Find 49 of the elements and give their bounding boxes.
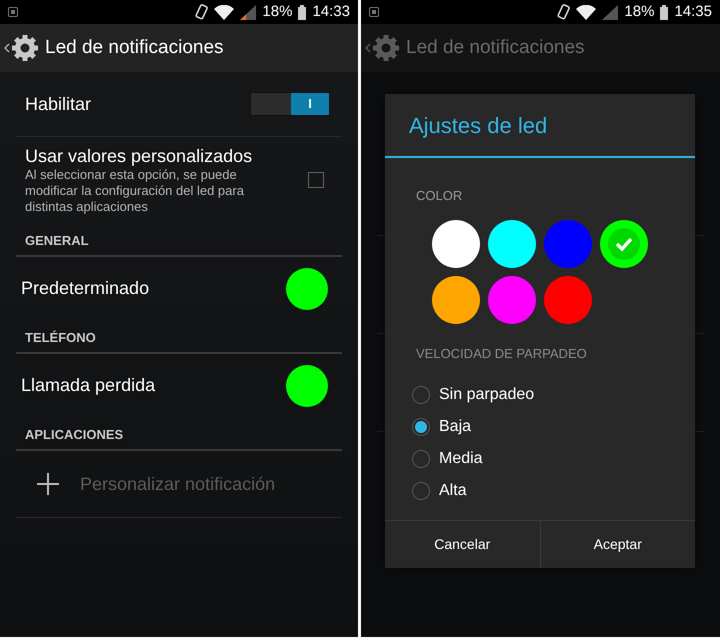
blink-speed-option[interactable]: Baja <box>412 411 695 443</box>
setting-label: Habilitar <box>25 92 92 116</box>
signal-icon <box>240 4 256 20</box>
setting-summary: Al seleccionar esta opción, se puede modificar la configuración del led para distintas aplicaciones <box>25 167 245 215</box>
battery-level: 18% <box>624 2 654 22</box>
clock: 14:33 <box>312 2 350 22</box>
blink-speed-label: VELOCIDAD DE PARPADEO <box>416 344 588 362</box>
setting-label: Llamada perdida <box>21 374 156 397</box>
checkmark-icon <box>608 228 640 260</box>
plus-icon <box>36 472 60 496</box>
battery-icon <box>660 4 668 20</box>
dialog-title: Ajustes de led <box>409 112 548 140</box>
battery-icon <box>298 4 306 20</box>
color-swatch[interactable] <box>488 276 536 324</box>
color-swatch[interactable] <box>432 220 480 268</box>
color-swatch[interactable] <box>432 276 480 324</box>
wifi-icon <box>214 4 234 20</box>
color-swatch[interactable] <box>600 220 648 268</box>
battery-level: 18% <box>262 2 292 22</box>
gear-icon <box>11 34 39 62</box>
screen-title: Led de notificaciones <box>406 36 585 60</box>
back-button[interactable] <box>4 34 39 62</box>
color-swatch[interactable] <box>544 276 592 324</box>
checkbox[interactable] <box>308 172 324 188</box>
rotation-icon <box>556 4 570 20</box>
section-header: TELÉFONO <box>25 328 96 346</box>
wifi-icon <box>576 4 596 20</box>
blink-speed-option[interactable]: Sin parpadeo <box>412 379 695 411</box>
setting-label: Usar valores personalizados <box>25 145 254 167</box>
gear-icon <box>372 34 400 62</box>
rotation-icon <box>194 4 208 20</box>
blink-speed-option[interactable]: Media <box>412 443 695 475</box>
back-caret-icon <box>4 43 10 53</box>
dialog-button[interactable]: Cancelar <box>385 521 540 568</box>
screen-title: Led de notificaciones <box>45 36 224 60</box>
setting-label: Predeterminado <box>21 277 150 300</box>
color-swatch[interactable] <box>544 220 592 268</box>
blink-speed-option[interactable]: Alta <box>412 475 695 507</box>
enable-switch[interactable]: I <box>250 92 330 116</box>
section-header: APLICACIONES <box>25 426 124 444</box>
section-header: GENERAL <box>25 232 89 250</box>
back-caret-icon <box>365 43 371 53</box>
color-section-label: COLOR <box>416 187 464 205</box>
notification-icon <box>369 7 379 17</box>
dialog-button[interactable]: Aceptar <box>540 521 695 568</box>
clock: 14:35 <box>674 2 712 22</box>
notification-icon <box>8 7 18 17</box>
color-swatch[interactable] <box>488 220 536 268</box>
signal-icon <box>602 4 618 20</box>
